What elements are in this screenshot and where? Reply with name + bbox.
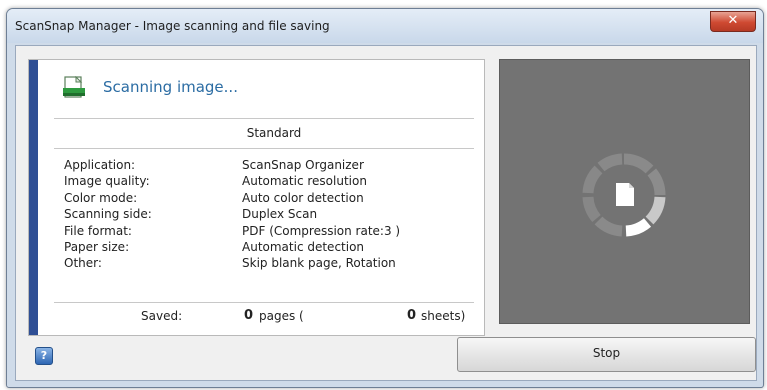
detail-label: Other: <box>64 256 102 271</box>
detail-label: Image quality: <box>64 174 150 189</box>
detail-value: ScanSnap Organizer <box>242 158 364 172</box>
document-icon <box>616 183 634 206</box>
help-icon: ? <box>40 349 48 362</box>
sheets-label: sheets) <box>421 309 466 323</box>
saved-label: Saved: <box>141 309 183 323</box>
detail-label: Color mode: <box>64 190 138 205</box>
divider <box>54 302 474 303</box>
detail-label: File format: <box>64 223 132 238</box>
help-button[interactable]: ? <box>35 347 53 365</box>
pages-count: 0 <box>244 308 254 323</box>
scansnap-window: ScanSnap Manager - Image scanning and fi… <box>6 8 764 388</box>
profile-name: Standard <box>246 126 302 140</box>
pages-label: pages ( <box>259 309 304 323</box>
detail-value: Skip blank page, Rotation <box>242 256 396 271</box>
detail-label: Application: <box>64 158 136 172</box>
detail-value: Auto color detection <box>242 190 364 205</box>
scanner-document-icon <box>63 76 85 98</box>
accent-bar <box>29 60 38 335</box>
detail-value: Automatic resolution <box>242 174 367 189</box>
scan-info-panel: Scanning image... Standard Application: … <box>28 59 485 336</box>
window-title: ScanSnap Manager - Image scanning and fi… <box>15 19 330 33</box>
detail-label: Scanning side: <box>64 207 152 222</box>
scanning-status: Scanning image... <box>103 78 238 96</box>
saved-summary: Saved: 0 pages ( 0 sheets) <box>29 308 484 328</box>
sheets-count: 0 <box>407 308 417 323</box>
detail-label: Paper size: <box>64 239 130 254</box>
scan-preview <box>499 59 750 324</box>
dialog-body: Scanning image... Standard Application: … <box>15 45 757 381</box>
stop-button[interactable]: Stop <box>457 337 756 372</box>
detail-value: Duplex Scan <box>242 207 318 222</box>
close-button[interactable]: ✕ <box>710 11 756 32</box>
close-icon: ✕ <box>727 13 739 28</box>
detail-value: Automatic detection <box>242 239 365 254</box>
loading-spinner-icon <box>582 153 666 237</box>
divider <box>54 118 474 119</box>
divider <box>54 148 474 149</box>
title-bar[interactable]: ScanSnap Manager - Image scanning and fi… <box>7 9 763 43</box>
detail-value: PDF (Compression rate:3 ) <box>242 223 401 238</box>
